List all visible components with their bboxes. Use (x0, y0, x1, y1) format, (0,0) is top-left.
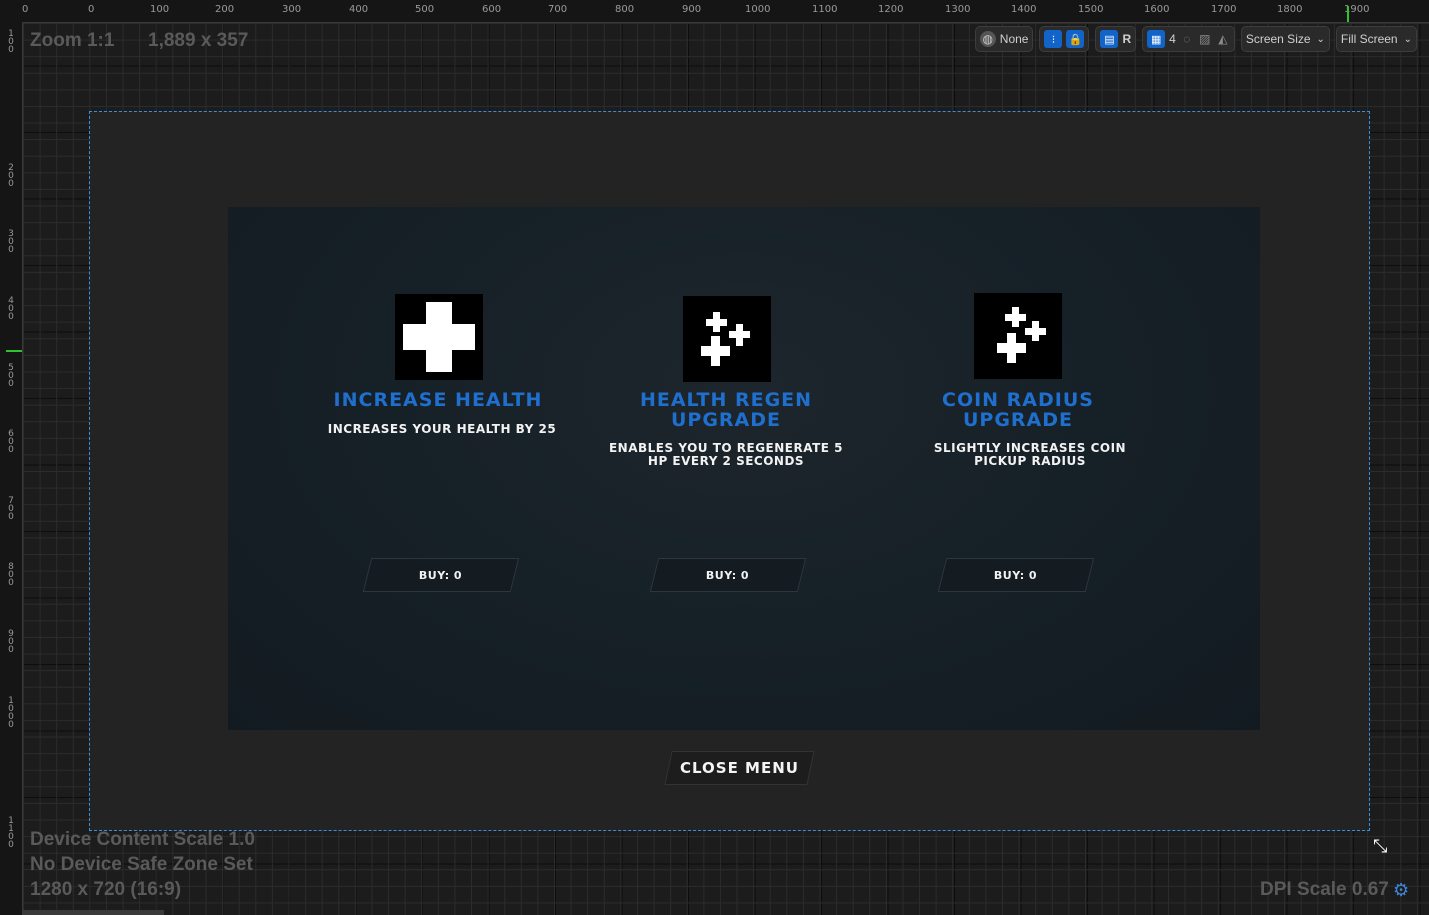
ruler-label: 1700 (1211, 4, 1237, 15)
upgrade-title: INCREASE HEALTH (333, 389, 543, 411)
viewport-toolbar: ◍ None ⁝ 🔒 ▤ R ▦ 4 ◌ ▨ ◭ Screen Size ⌄ F… (974, 26, 1417, 52)
globe-icon: ◍ (979, 31, 996, 47)
horizontal-scrollbar[interactable] (22, 910, 164, 915)
safe-zone-label: No Device Safe Zone Set (30, 854, 253, 875)
resize-handle-icon[interactable]: ⤡ (1373, 836, 1387, 857)
close-menu-label: CLOSE MENU (680, 759, 799, 777)
buy-health-regen-button[interactable]: BUY: 0 (649, 558, 807, 592)
r-toggle[interactable]: R (1122, 32, 1131, 46)
ruler-label: 1600 (1144, 4, 1170, 15)
ruler-label: 100 (8, 29, 14, 55)
cursor-marker-vertical (6, 350, 22, 352)
design-frame[interactable]: INCREASE HEALTH INCREASES YOUR HEALTH BY… (89, 111, 1370, 831)
ruler-label: 700 (548, 4, 568, 15)
grid-size-value[interactable]: 4 (1169, 32, 1176, 46)
ruler-label: 1500 (1078, 4, 1104, 15)
respect-locks-group: ▤ R (1095, 26, 1137, 52)
upgrade-title: HEALTH REGEN UPGRADE (639, 389, 813, 431)
buy-label: BUY: 0 (419, 568, 463, 582)
upgrade-description: ENABLES YOU TO REGENERATE 5 HP EVERY 2 S… (608, 441, 844, 468)
ruler-label: 200 (215, 4, 235, 15)
ruler-label: 0 (88, 4, 95, 15)
flip-icon[interactable]: ◭ (1216, 32, 1230, 46)
coin-radius-icon (974, 293, 1062, 379)
buy-label: BUY: 0 (706, 568, 750, 582)
ruler-label: 100 (150, 4, 170, 15)
ruler-label: 1100 (8, 816, 14, 850)
ruler-label: 400 (349, 4, 369, 15)
chevron-down-icon: ⌄ (1403, 33, 1412, 45)
ruler-label: 700 (8, 496, 14, 522)
vertical-ruler: 100 200 300 400 500 600 700 800 900 1000… (0, 22, 23, 915)
buy-increase-health-button[interactable]: BUY: 0 (362, 558, 520, 592)
screen-size-dropdown[interactable]: Screen Size ⌄ (1240, 26, 1330, 52)
ruler-label: 1000 (745, 4, 771, 15)
resolution-label: 1280 x 720 (16:9) (30, 879, 182, 900)
upgrade-description: INCREASES YOUR HEALTH BY 25 (327, 422, 557, 436)
ruler-label: 800 (8, 562, 14, 588)
fill-screen-dropdown[interactable]: Fill Screen ⌄ (1335, 26, 1417, 52)
buy-label: BUY: 0 (994, 568, 1038, 582)
ruler-label: 1200 (878, 4, 904, 15)
ruler-label: 600 (482, 4, 502, 15)
health-cross-icon (395, 294, 483, 380)
ruler-label: 1300 (945, 4, 971, 15)
ruler-label: 900 (8, 629, 14, 655)
ruler-label: 400 (8, 296, 14, 322)
localization-label: None (999, 32, 1029, 46)
cursor-position-label: 1,889 x 357 (148, 30, 249, 51)
health-regen-icon (683, 296, 771, 382)
layout-icon[interactable]: ▤ (1100, 30, 1119, 48)
zoom-label: Zoom 1:1 (30, 30, 115, 51)
pointer-icon[interactable]: ◌ (1180, 32, 1194, 46)
snapping-group: ⁝ 🔒 (1039, 26, 1090, 52)
screen-size-label: Screen Size (1245, 32, 1311, 46)
upgrade-description: SLIGHTLY INCREASES COIN PICKUP RADIUS (933, 441, 1127, 468)
ruler-label: 1000 (8, 696, 14, 730)
ruler-label: 600 (8, 429, 14, 455)
dpi-scale-label: DPI Scale 0.67 (1260, 879, 1389, 900)
fill-screen-label: Fill Screen (1340, 32, 1398, 46)
ruler-label: 500 (415, 4, 435, 15)
upgrade-title: COIN RADIUS UPGRADE (942, 389, 1094, 431)
ruler-label: 200 (8, 163, 14, 189)
ruler-label: 900 (682, 4, 702, 15)
ruler-label: 1100 (812, 4, 838, 15)
snap-toggle-button[interactable]: ⁝ (1044, 30, 1063, 48)
ruler-label: 800 (615, 4, 635, 15)
ruler-label: 0 (22, 4, 29, 15)
ruler-label: 500 (8, 363, 14, 389)
gear-icon[interactable]: ⚙ (1393, 880, 1409, 901)
ruler-label: 1800 (1277, 4, 1303, 15)
lock-icon[interactable]: 🔒 (1066, 30, 1085, 48)
close-menu-button[interactable]: CLOSE MENU (664, 751, 815, 785)
horizontal-ruler: 0 0 100 200 300 400 500 600 700 800 900 … (0, 0, 1429, 23)
buy-coin-radius-button[interactable]: BUY: 0 (937, 558, 1095, 592)
ruler-label: 300 (8, 229, 14, 255)
image-icon[interactable]: ▨ (1198, 32, 1212, 46)
chevron-down-icon: ⌄ (1316, 33, 1325, 45)
ruler-label: 1400 (1011, 4, 1037, 15)
grid-group: ▦ 4 ◌ ▨ ◭ (1142, 26, 1235, 52)
localization-preview-dropdown[interactable]: ◍ None (974, 26, 1034, 52)
grid-icon[interactable]: ▦ (1147, 30, 1166, 48)
cursor-marker-horizontal (1347, 6, 1349, 22)
upgrade-panel: INCREASE HEALTH INCREASES YOUR HEALTH BY… (228, 207, 1260, 730)
ruler-label: 300 (282, 4, 302, 15)
device-content-scale-label: Device Content Scale 1.0 (30, 829, 255, 850)
